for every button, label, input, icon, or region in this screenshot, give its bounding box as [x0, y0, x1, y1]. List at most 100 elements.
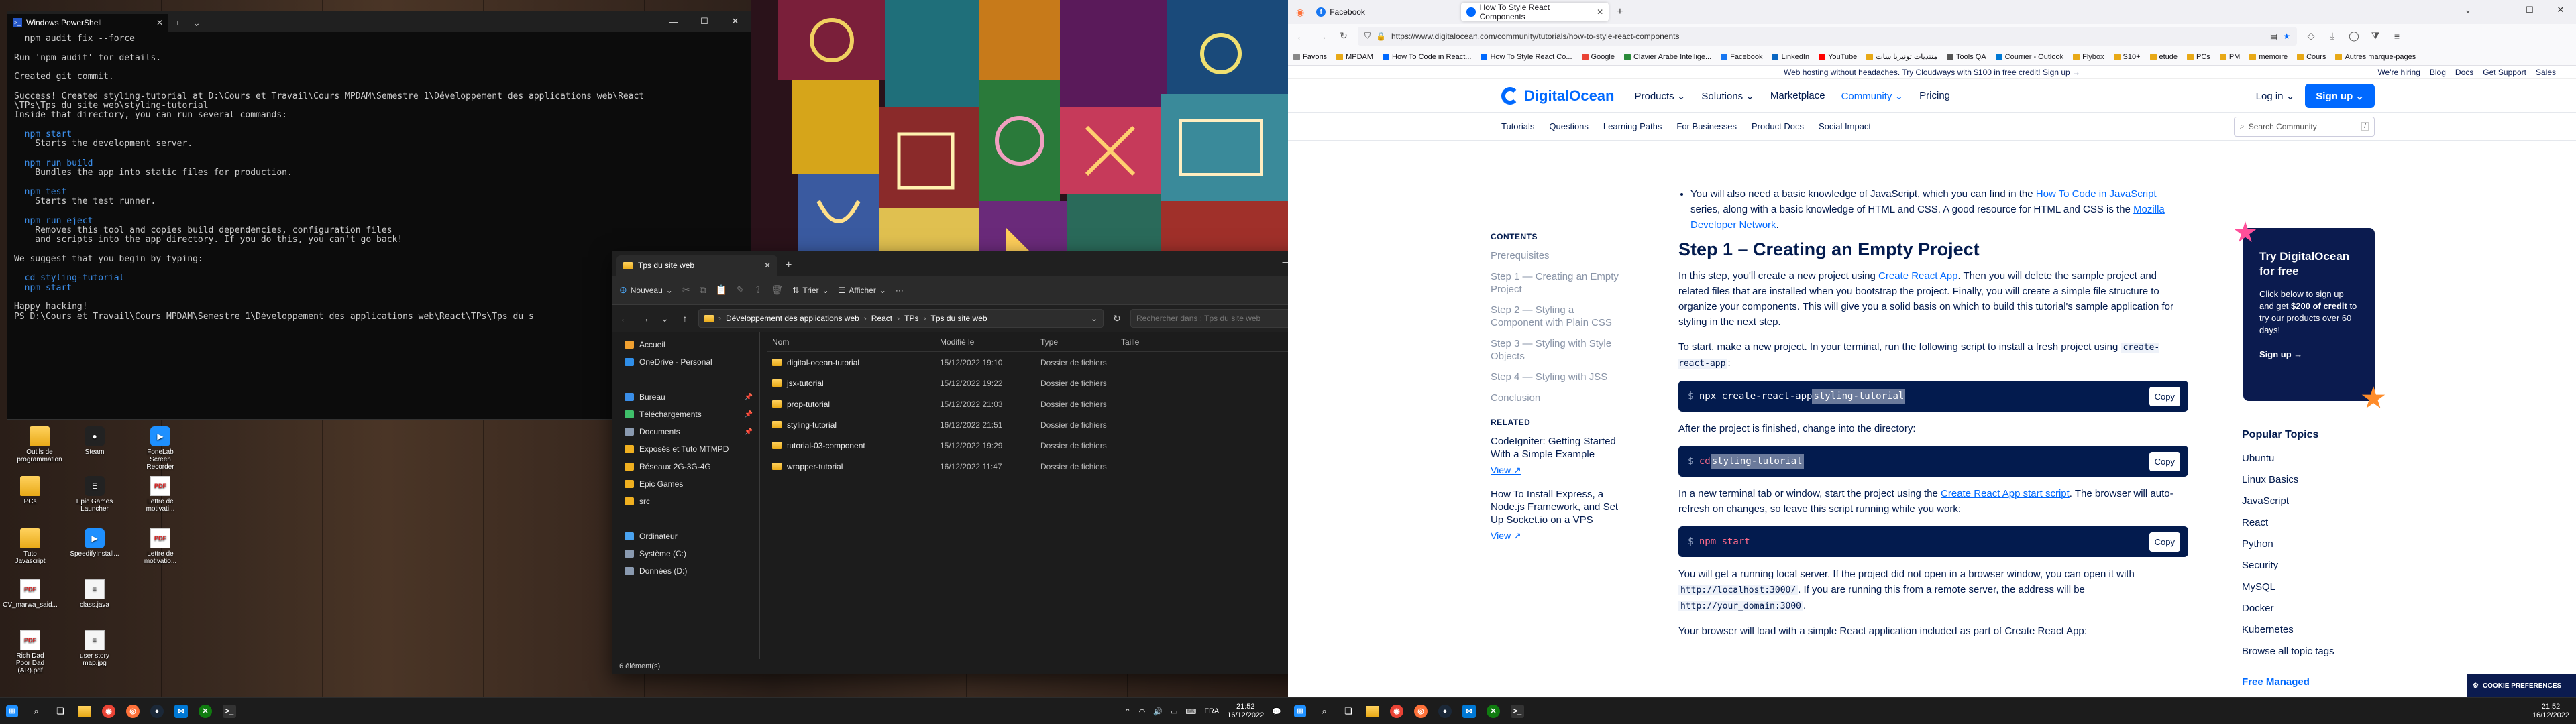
sort-button[interactable]: ⇅ Trier ⌄ — [792, 286, 828, 295]
bookmark-item[interactable]: Facebook — [1721, 53, 1762, 61]
close-button[interactable]: ✕ — [2545, 0, 2576, 20]
toc-item[interactable]: Step 2 — Styling a Component with Plain … — [1491, 304, 1625, 329]
maximize-button[interactable]: ☐ — [2514, 0, 2545, 20]
desktop-icon[interactable]: ▶ SpeedifyInstall... — [70, 528, 119, 558]
new-tab-button[interactable]: + — [777, 259, 800, 276]
menu-icon[interactable]: ≡ — [2390, 31, 2404, 42]
bookmark-item[interactable]: How To Code in React... — [1383, 53, 1471, 61]
topic-link[interactable]: MySQL — [2242, 577, 2376, 598]
main-menu-item[interactable]: Pricing — [1919, 90, 1950, 102]
nav-item[interactable]: Données (D:) — [612, 562, 759, 580]
close-tab-icon[interactable]: ✕ — [156, 18, 163, 27]
link[interactable]: Create React App start script — [1941, 488, 2070, 499]
code-block[interactable]: $ npm start Copy — [1678, 526, 2188, 557]
bookmark-item[interactable]: Courrier - Outlook — [1995, 53, 2063, 61]
url-bar[interactable]: ⛉ 🔒 ▤ ★ — [1358, 26, 2297, 46]
close-tab-icon[interactable]: ✕ — [1597, 7, 1603, 17]
minimize-button[interactable]: — — [658, 11, 689, 32]
code-block[interactable]: $ cd styling-tutorial Copy — [1678, 446, 2188, 477]
wifi-icon[interactable]: ◠ — [1139, 707, 1146, 716]
browse-all-topics-link[interactable]: Browse all topic tags — [2242, 641, 2376, 662]
explorer-taskbar-button[interactable] — [72, 699, 97, 723]
desktop-icon[interactable]: PCs — [9, 476, 51, 505]
extensions-icon[interactable]: ⧩ — [2368, 30, 2383, 42]
share-icon[interactable]: ⇪ — [754, 284, 762, 296]
close-button[interactable]: ✕ — [720, 11, 751, 32]
bookmark-item[interactable]: memoire — [2249, 53, 2288, 61]
search-box[interactable]: ⌕ — [1130, 309, 1288, 328]
reload-icon[interactable]: ↻ — [1336, 30, 1351, 42]
new-tab-button[interactable]: + — [1611, 6, 1628, 18]
main-menu-item[interactable]: Solutions ⌄ — [1701, 90, 1754, 102]
refresh-icon[interactable]: ↻ — [1110, 313, 1124, 324]
free-managed-heading[interactable]: Free Managed — [2242, 672, 2376, 693]
breadcrumb-item[interactable]: Développement des applications web — [726, 314, 859, 323]
table-row[interactable]: wrapper-tutorial 16/12/2022 11:47 Dossier … — [767, 456, 1288, 477]
nav-item[interactable]: OneDrive - Personal — [612, 353, 759, 371]
main-menu-item[interactable]: Products ⌄ — [1634, 90, 1685, 102]
explorer-tab[interactable]: Tps du site web ✕ — [616, 255, 777, 276]
explorer-taskbar-button[interactable] — [1360, 699, 1385, 723]
pocket-icon[interactable]: ◇ — [2304, 30, 2318, 42]
xbox-taskbar-button[interactable]: ✕ — [193, 699, 217, 723]
new-button[interactable]: ⊕ Nouveau ⌄ — [619, 284, 673, 296]
file-explorer-window[interactable]: Tps du site web ✕ + — ☐ ✕ ⊕Nouveau ⌄ ✂ ⧉… — [612, 251, 1288, 674]
toc-item[interactable]: Prerequisites — [1491, 249, 1625, 262]
search-button[interactable]: ⌕ — [1312, 699, 1336, 723]
main-menu-item[interactable]: Community ⌄ — [1841, 90, 1904, 102]
browser-tab-active[interactable]: How To Style React Components ✕ — [1461, 3, 1609, 21]
topic-link[interactable]: React — [2242, 512, 2376, 534]
desktop-icon[interactable]: PDF Lettre de motivati... — [140, 476, 181, 513]
back-arrow-icon[interactable]: ← — [618, 313, 631, 324]
bookmark-item[interactable]: YouTube — [1819, 53, 1857, 61]
breadcrumb-item[interactable]: React — [871, 314, 892, 323]
copy-button[interactable]: Copy — [2149, 451, 2180, 471]
notification-icon[interactable]: 💬 — [1272, 707, 1281, 716]
copy-icon[interactable]: ⧉ — [700, 284, 706, 296]
firefox-taskbar-button[interactable]: ◎ — [1409, 699, 1433, 723]
xbox-taskbar-button[interactable]: ✕ — [1481, 699, 1505, 723]
bookmark-item[interactable]: Favoris — [1293, 53, 1327, 61]
desktop-icon[interactable]: ▶ FoneLab Screen Recorder — [140, 426, 181, 471]
link[interactable]: Create React App — [1878, 270, 1957, 282]
powershell-tab[interactable]: >_ Windows PowerShell ✕ — [7, 14, 168, 32]
subnav-item[interactable]: For Businesses — [1676, 121, 1737, 131]
column-type[interactable]: Type — [1035, 337, 1116, 347]
forward-arrow-icon[interactable]: → — [638, 313, 651, 324]
main-menu-item[interactable]: Marketplace — [1770, 90, 1825, 102]
toc-item[interactable]: Conclusion — [1491, 391, 1625, 404]
delete-icon[interactable]: 🗑 — [771, 284, 783, 296]
table-row[interactable]: jsx-tutorial 15/12/2022 19:22 Dossier de f… — [767, 373, 1288, 394]
account-icon[interactable]: ◯ — [2347, 30, 2361, 42]
desktop-icon[interactable]: Tuto Javascript — [9, 528, 51, 565]
table-row[interactable]: styling-tutorial 16/12/2022 21:51 Dossier … — [767, 414, 1288, 435]
desktop-icon[interactable]: ≡ user story map.jpg — [74, 630, 115, 667]
minimize-button[interactable]: — — [2483, 0, 2514, 20]
view-button[interactable]: ☰ Afficher ⌄ — [839, 286, 886, 295]
back-arrow-icon[interactable]: ← — [1293, 31, 1308, 42]
ad-signup-link[interactable]: Sign up → — [2259, 349, 2359, 361]
steam-taskbar-button[interactable]: ● — [145, 699, 169, 723]
close-tab-icon[interactable]: ✕ — [764, 261, 771, 270]
bookmark-star-icon[interactable]: ★ — [2283, 32, 2290, 41]
desktop-icon[interactable]: PDF Lettre de motivatio... — [140, 528, 181, 565]
top-link[interactable]: Docs — [2455, 68, 2473, 77]
start-button[interactable]: ⊞ — [0, 699, 24, 723]
nav-item[interactable]: Réseaux 2G-3G-4G — [612, 458, 759, 475]
table-row[interactable]: tutorial-03-component 15/12/2022 19:29 Dos… — [767, 435, 1288, 456]
topic-link[interactable]: Ubuntu — [2242, 448, 2376, 469]
desktop-icon[interactable]: ≡ class.java — [74, 579, 115, 609]
bookmark-item[interactable]: PCs — [2187, 53, 2210, 61]
subnav-item[interactable]: Learning Paths — [1603, 121, 1662, 131]
copy-button[interactable]: Copy — [2149, 386, 2180, 406]
chrome-taskbar-button[interactable]: ◉ — [1385, 699, 1409, 723]
related-title[interactable]: How To Install Express, a Node.js Framew… — [1491, 488, 1625, 526]
task-view-button[interactable]: ❏ — [1336, 699, 1360, 723]
vscode-taskbar-button[interactable]: ⋈ — [1457, 699, 1481, 723]
desktop-icon[interactable]: E Epic Games Launcher — [74, 476, 115, 513]
bookmark-item[interactable]: منتديات تونيزيا سات — [1866, 52, 1937, 61]
nav-item[interactable]: Epic Games — [612, 475, 759, 493]
task-view-button[interactable]: ❏ — [48, 699, 72, 723]
list-tabs-icon[interactable]: ⌄ — [2453, 0, 2483, 20]
battery-icon[interactable]: ▭ — [1171, 707, 1177, 716]
